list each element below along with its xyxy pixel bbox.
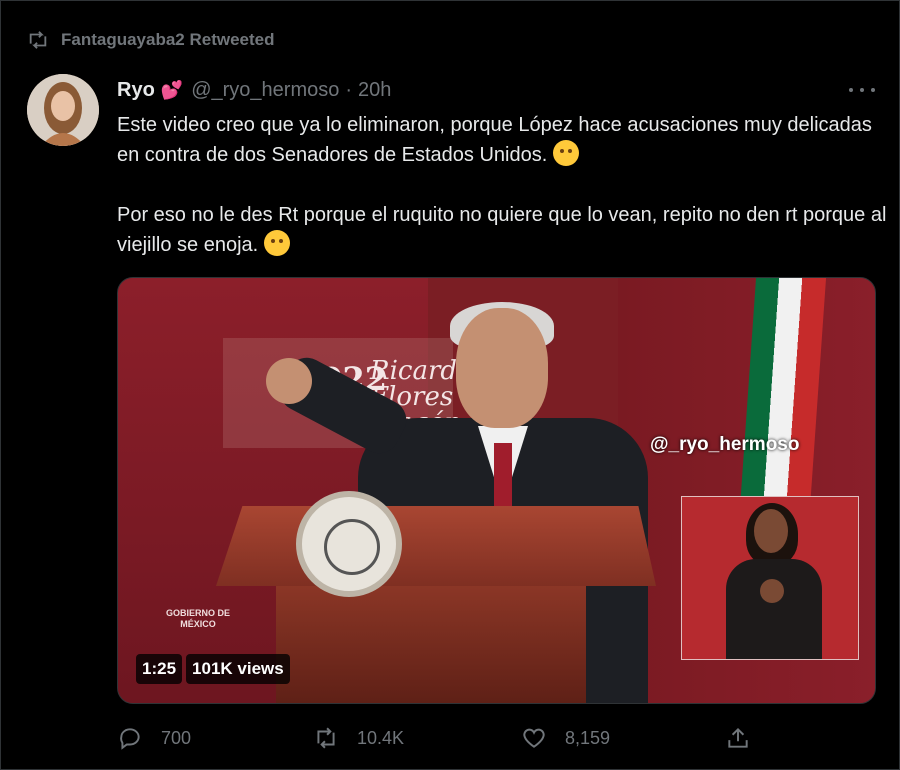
video-views: 101K views: [186, 654, 290, 684]
share-icon: [728, 727, 748, 748]
reply-button[interactable]: 700: [117, 721, 191, 755]
heart-icon: [523, 728, 545, 748]
retweet-button[interactable]: 10.4K: [313, 721, 404, 755]
more-dot: [860, 88, 864, 92]
reply-icon: [120, 728, 140, 750]
winking-face-emoji-icon: [264, 230, 291, 256]
podium-front: [276, 586, 586, 703]
tweet-text-paragraph-1: Este video creo que ya lo eliminaron, po…: [117, 110, 887, 170]
separator-dot: ·: [345, 78, 353, 101]
national-seal-icon: [296, 491, 402, 597]
gobierno-logo-text: GOBIERNO DE MÉXICO: [166, 608, 231, 629]
podium-top: [216, 506, 656, 586]
tweet-time[interactable]: 20h: [358, 79, 391, 102]
hearts-icon: 💕: [160, 79, 184, 100]
interpreter-body: [726, 559, 822, 659]
retweet-action-icon: [317, 727, 335, 749]
speaker-fist: [266, 358, 312, 404]
tweet-text-2: Por eso no le des Rt porque el ruquito n…: [117, 204, 887, 256]
party-face-emoji-icon: [553, 140, 580, 166]
speaker-head: [456, 308, 548, 428]
reply-count: 700: [161, 727, 192, 748]
author-name[interactable]: Ryo: [117, 79, 155, 102]
more-dot: [849, 88, 853, 92]
retweet-label: Fantaguayaba2 Retweeted: [61, 30, 275, 49]
like-button[interactable]: 8,159: [521, 721, 610, 755]
tweet-card[interactable]: Fantaguayaba2 Retweeted Ryo 💕 @_ryo_herm…: [0, 0, 900, 770]
video-watermark: @_ryo_hermoso: [650, 434, 800, 455]
video-info-overlay: 1:25 101K views: [136, 654, 290, 684]
gobierno-logo: GOBIERNO DE MÉXICO: [166, 608, 230, 630]
avatar-image: [27, 74, 99, 146]
sign-language-inset: [681, 496, 859, 660]
like-count: 8,159: [565, 727, 611, 748]
retweet-count: 10.4K: [357, 727, 405, 748]
retweet-context[interactable]: Fantaguayaba2 Retweeted: [27, 28, 275, 52]
video-media[interactable]: 2022 Ricardo Flores Magón GOBIERNO DE MÉ…: [117, 277, 876, 704]
tweet-text-paragraph-2: Por eso no le des Rt porque el ruquito n…: [117, 200, 887, 260]
video-duration: 1:25: [136, 654, 183, 684]
more-options-icon[interactable]: [849, 81, 875, 99]
tweet-actions: 700 10.4K 8,159: [117, 721, 757, 755]
retweet-icon: [29, 31, 47, 49]
interpreter-head: [754, 509, 788, 553]
tweet-header: Ryo 💕 @_ryo_hermoso · 20h: [117, 76, 391, 104]
author-handle[interactable]: @_ryo_hermoso: [191, 79, 339, 102]
share-button[interactable]: [725, 721, 769, 755]
interpreter-hands: [760, 579, 784, 603]
avatar[interactable]: [27, 74, 99, 146]
more-dot: [871, 88, 875, 92]
tweet-text-1: Este video creo que ya lo eliminaron, po…: [117, 114, 872, 166]
